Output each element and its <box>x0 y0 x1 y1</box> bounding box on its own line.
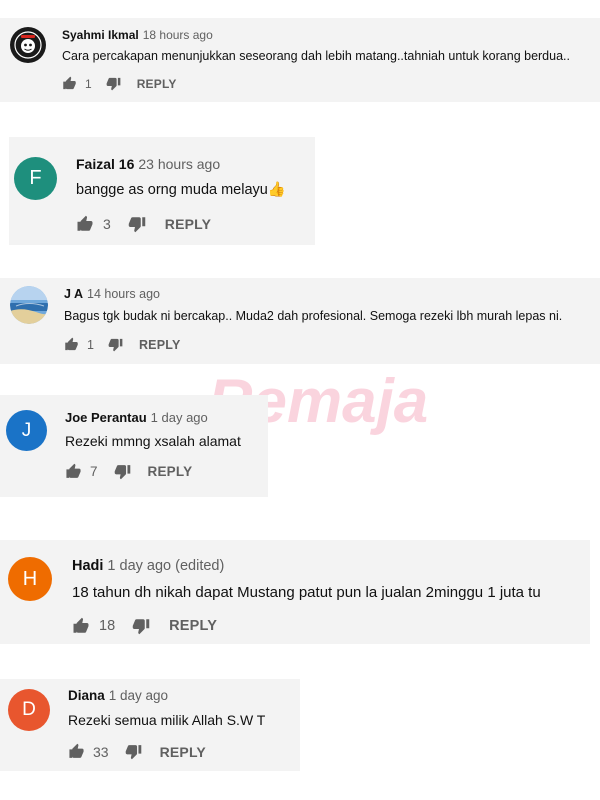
thumbs-up-icon <box>65 337 78 351</box>
avatar[interactable]: D <box>8 689 50 731</box>
avatar-letter: D <box>22 699 36 720</box>
thumbs-down-icon <box>106 77 121 91</box>
comment-author[interactable]: Hadi <box>72 558 103 574</box>
comment-timestamp[interactable]: 1 day ago (edited) <box>107 558 224 574</box>
thumbs-down-icon <box>125 745 141 760</box>
like-button[interactable] <box>72 617 90 635</box>
avatar[interactable] <box>10 286 48 324</box>
like-count: 7 <box>90 464 98 479</box>
reply-button[interactable]: REPLY <box>139 338 181 352</box>
comment-author[interactable]: Joe Perantau <box>65 410 147 425</box>
comment-author[interactable]: J A <box>64 287 83 301</box>
avatar-letter: H <box>22 567 38 590</box>
comment-text: bangge as orng muda melayu👍 <box>76 182 286 198</box>
thumbs-up-icon <box>66 463 81 478</box>
thumbs-down-icon <box>108 338 123 352</box>
dislike-button[interactable] <box>114 463 131 480</box>
comment-card: Syahmi Ikmal 18 hours ago Cara percakapan… <box>0 18 600 102</box>
comment-timestamp[interactable]: 1 day ago <box>151 410 208 425</box>
like-button[interactable] <box>65 463 82 480</box>
avatar[interactable]: H <box>8 557 52 601</box>
comment-timestamp[interactable]: 1 day ago <box>109 688 168 703</box>
like-button[interactable] <box>76 215 94 233</box>
comment-author[interactable]: Faizal 16 <box>76 156 134 172</box>
comment-text: Rezeki mmng xsalah alamat <box>65 433 241 449</box>
like-button[interactable] <box>64 337 79 352</box>
avatar[interactable] <box>10 27 46 63</box>
like-count: 33 <box>93 743 109 760</box>
thumbs-up-icon <box>77 215 93 231</box>
comment-author[interactable]: Diana <box>68 688 105 703</box>
dislike-button[interactable] <box>125 743 142 760</box>
like-count: 18 <box>99 618 116 634</box>
thumbs-up-icon <box>69 743 84 758</box>
reply-button[interactable]: REPLY <box>148 464 193 479</box>
comment-card: H Hadi 1 day ago (edited) 18 tahun dh nik… <box>0 540 590 644</box>
dislike-button[interactable] <box>132 617 150 635</box>
profile-photo-icon <box>10 286 48 324</box>
avatar-letter: F <box>29 167 42 189</box>
reply-button[interactable]: REPLY <box>160 744 206 760</box>
thumbs-down-icon <box>132 619 150 635</box>
comment-text: 18 tahun dh nikah dapat Mustang patut pu… <box>72 584 541 601</box>
comment-card: F Faizal 16 23 hours ago bangge as orng m… <box>9 137 315 245</box>
thumbs-up-icon <box>63 76 76 90</box>
comment-card: J Joe Perantau 1 day ago Rezeki mmng xsal… <box>0 395 268 497</box>
reply-button[interactable]: REPLY <box>137 77 177 91</box>
avatar[interactable]: J <box>6 410 47 451</box>
thumbs-up-icon <box>73 617 89 633</box>
thumbs-down-icon <box>114 465 130 480</box>
comment-timestamp[interactable]: 14 hours ago <box>87 287 160 301</box>
comment-card: D Diana 1 day ago Rezeki semua milik Alla… <box>0 679 300 771</box>
avatar-letter: J <box>21 419 32 441</box>
dislike-button[interactable] <box>106 76 121 91</box>
comment-text: Cara percakapan menunjukkan seseorang da… <box>62 49 570 63</box>
reply-button[interactable]: REPLY <box>169 618 217 634</box>
dislike-button[interactable] <box>108 337 123 352</box>
like-count: 1 <box>85 76 92 91</box>
comment-author[interactable]: Syahmi Ikmal <box>62 28 139 42</box>
like-count: 3 <box>103 216 111 232</box>
comment-timestamp[interactable]: 18 hours ago <box>143 28 213 42</box>
channel-logo-icon <box>11 28 45 62</box>
like-button[interactable] <box>62 76 77 91</box>
reply-button[interactable]: REPLY <box>165 216 211 232</box>
avatar[interactable]: F <box>14 157 57 200</box>
like-count: 1 <box>87 337 94 352</box>
comment-card: J A 14 hours ago Bagus tgk budak ni berca… <box>0 278 600 364</box>
comment-timestamp[interactable]: 23 hours ago <box>138 156 220 172</box>
like-button[interactable] <box>68 743 85 760</box>
thumbs-down-icon <box>128 217 146 233</box>
dislike-button[interactable] <box>128 215 146 233</box>
comment-text: Rezeki semua milik Allah S.W T <box>68 712 266 728</box>
comment-text: Bagus tgk budak ni bercakap.. Muda2 dah … <box>64 309 563 323</box>
